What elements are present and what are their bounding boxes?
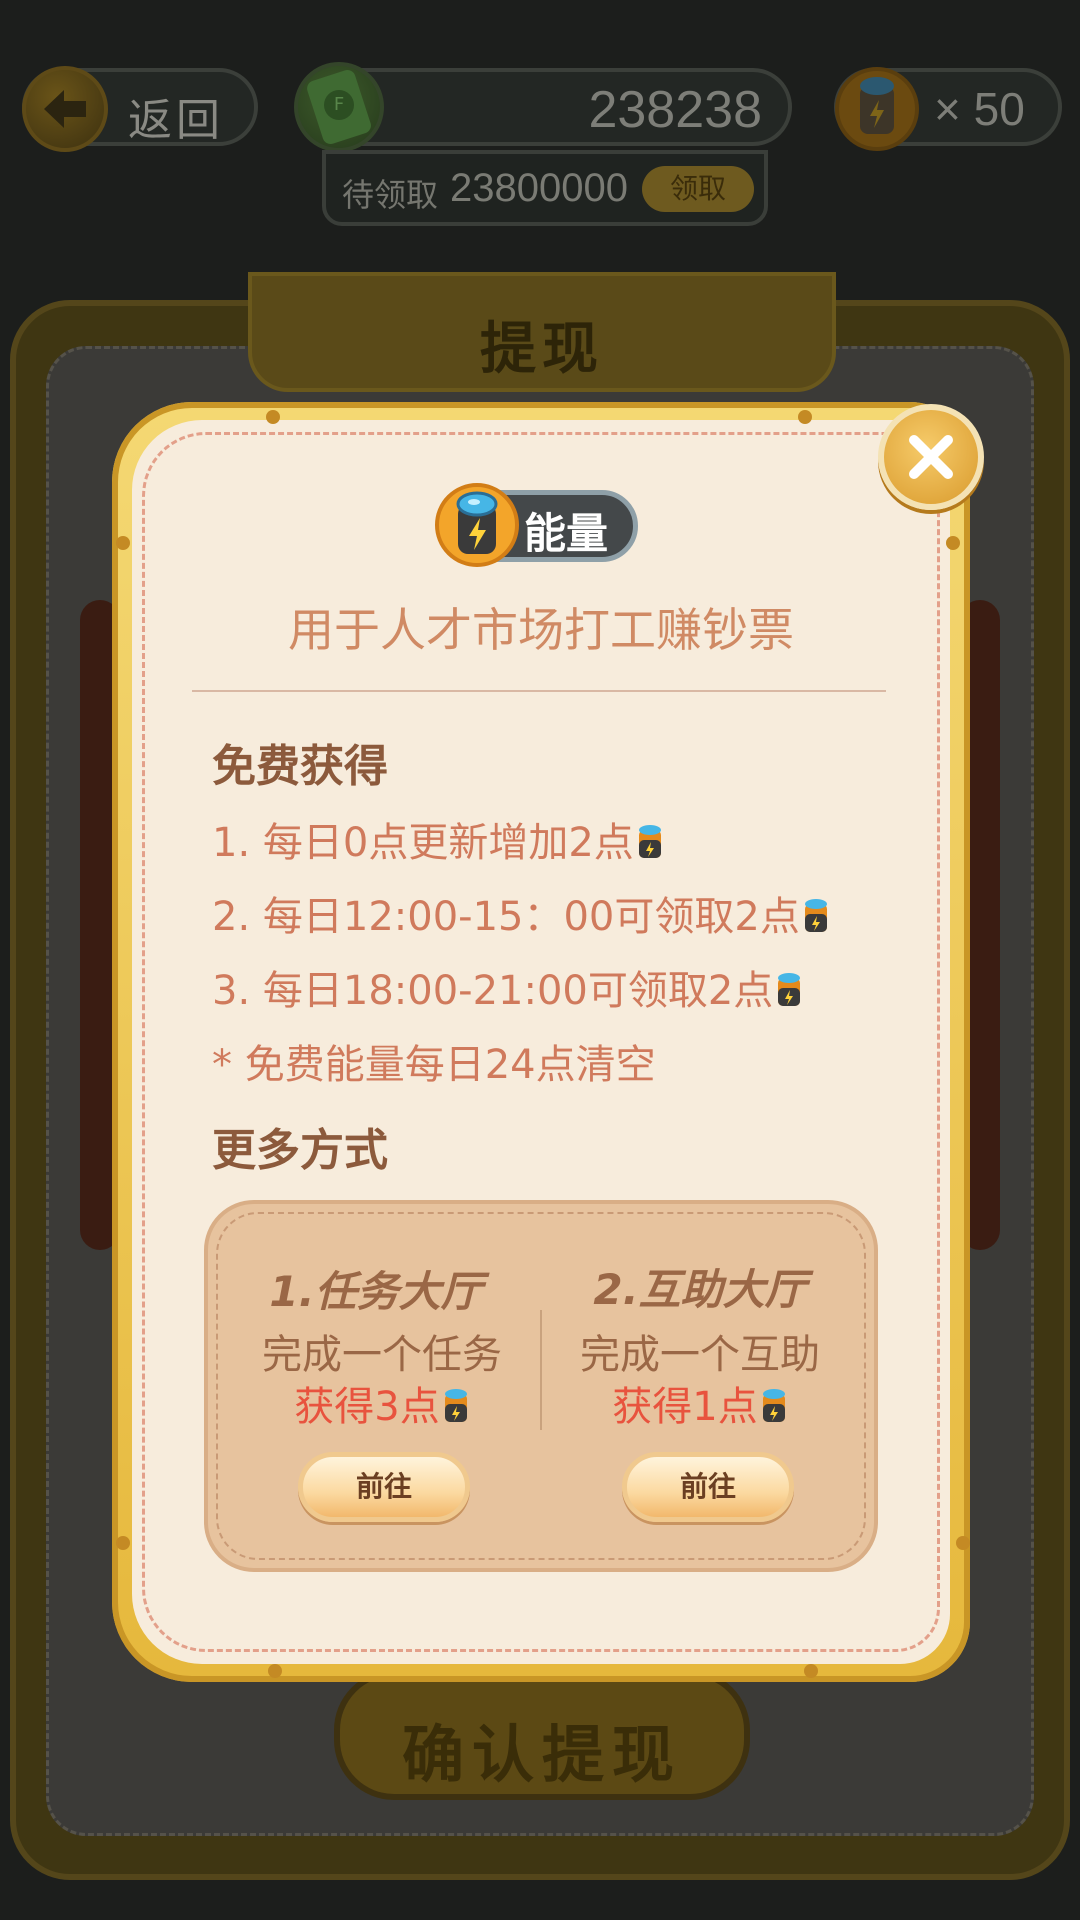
withdraw-header: 提现	[248, 272, 836, 392]
mutual-hall-go-button[interactable]: 前往	[622, 1452, 794, 1522]
task-hall-reward: 获得3点	[232, 1374, 532, 1432]
divider	[192, 690, 886, 692]
close-icon	[909, 435, 953, 479]
frame-stud	[804, 1664, 818, 1678]
task-hall-title: 1.任务大厅	[269, 1267, 483, 1316]
energy-battery-icon	[762, 1389, 785, 1422]
energy-tag-label: 能量	[524, 509, 609, 558]
energy-count: × 50	[934, 83, 1025, 135]
pending-label: 待领取	[342, 176, 439, 214]
money-display: F 238238	[294, 62, 792, 152]
money-icon: F	[294, 62, 384, 152]
confirm-withdraw-button: 确认提现	[334, 1670, 750, 1800]
frame-stud	[116, 536, 130, 550]
more-section-title: 更多方式	[212, 1125, 388, 1176]
mutual-hall-desc: 完成一个互助	[580, 1332, 820, 1378]
energy-battery-icon	[778, 973, 801, 1006]
frame-stud	[798, 410, 812, 424]
free-rule-item: 2. 每日12:00-15：00可领取2点	[212, 884, 830, 942]
frame-stud	[268, 1664, 282, 1678]
claim-button[interactable]: 领取	[642, 166, 754, 212]
close-button[interactable]	[878, 404, 984, 510]
frame-stud	[946, 536, 960, 550]
mutual-hall-reward: 获得1点	[550, 1374, 850, 1432]
back-button[interactable]: 返回	[22, 66, 258, 152]
back-arrow-icon	[22, 66, 108, 152]
free-rule-item: 1. 每日0点更新增加2点	[212, 810, 664, 868]
free-energy-note: * 免费能量每日24点清空	[212, 1042, 656, 1088]
confirm-withdraw-label: 确认提现	[401, 1718, 682, 1791]
free-rule-item: 3. 每日18:00-21:00可领取2点	[212, 958, 803, 1016]
energy-battery-icon	[835, 67, 919, 151]
pending-reward-bar: 待领取 23800000 领取	[322, 150, 768, 226]
more-ways-divider	[540, 1310, 542, 1430]
energy-battery-icon	[435, 483, 519, 567]
money-value: 238238	[588, 81, 762, 139]
modal-subtitle: 用于人才市场打工赚钞票	[288, 603, 794, 657]
task-hall-go-button[interactable]: 前往	[298, 1452, 470, 1522]
task-hall-desc: 完成一个任务	[262, 1332, 502, 1378]
back-label: 返回	[128, 95, 224, 146]
free-section-title: 免费获得	[212, 741, 388, 792]
frame-stud	[956, 1536, 970, 1550]
energy-display[interactable]: × 50	[834, 67, 1062, 151]
withdraw-title: 提现	[480, 317, 604, 382]
frame-stud	[116, 1536, 130, 1550]
frame-stud	[266, 410, 280, 424]
mutual-hall-title: 2.互助大厅	[593, 1265, 807, 1314]
energy-battery-icon	[804, 899, 827, 932]
pending-value: 23800000	[450, 166, 628, 210]
energy-battery-icon	[638, 825, 661, 858]
energy-battery-icon	[444, 1389, 467, 1422]
